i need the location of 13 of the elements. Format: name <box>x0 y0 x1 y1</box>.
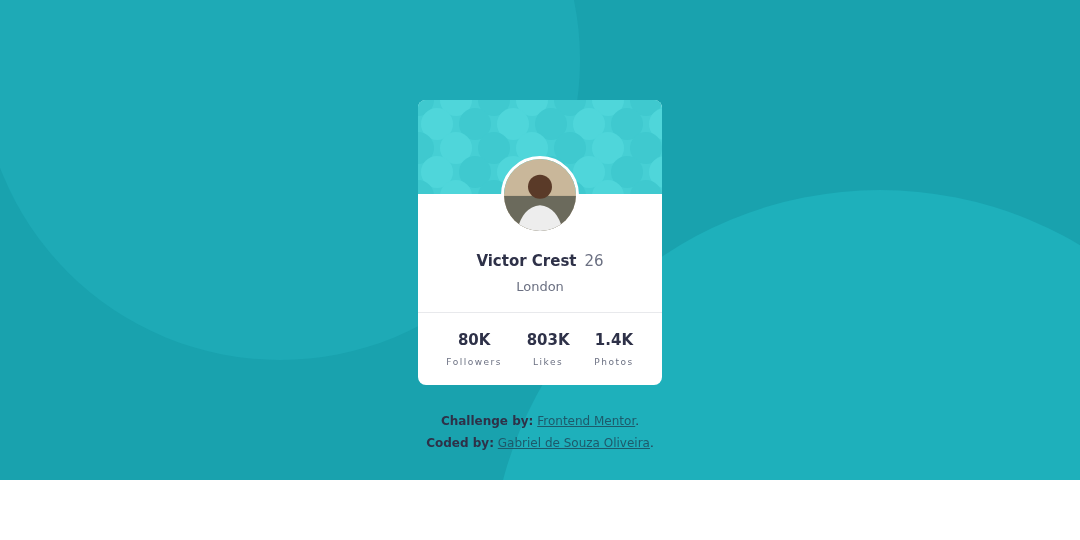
attribution-text: Coded by: Gabriel de Souza Oliveira. <box>426 436 654 450</box>
stat-label: Followers <box>446 355 502 369</box>
profile-age: 26 <box>584 251 604 272</box>
stat-value: 1.4K <box>594 330 634 351</box>
profile-city: London <box>515 277 565 296</box>
stat-value: 80K <box>456 330 492 351</box>
stat-label: Likes <box>532 355 565 369</box>
profile-name: Victor Crest <box>476 251 577 272</box>
stat-label: Photos <box>594 355 634 369</box>
attribution-link[interactable]: Frontend Mentor <box>537 414 636 428</box>
stat-value: 803K <box>526 330 570 351</box>
attribution-text: Challenge by: Frontend Mentor. <box>440 414 640 428</box>
attribution-link[interactable]: Gabriel de Souza Oliveira <box>497 436 650 450</box>
